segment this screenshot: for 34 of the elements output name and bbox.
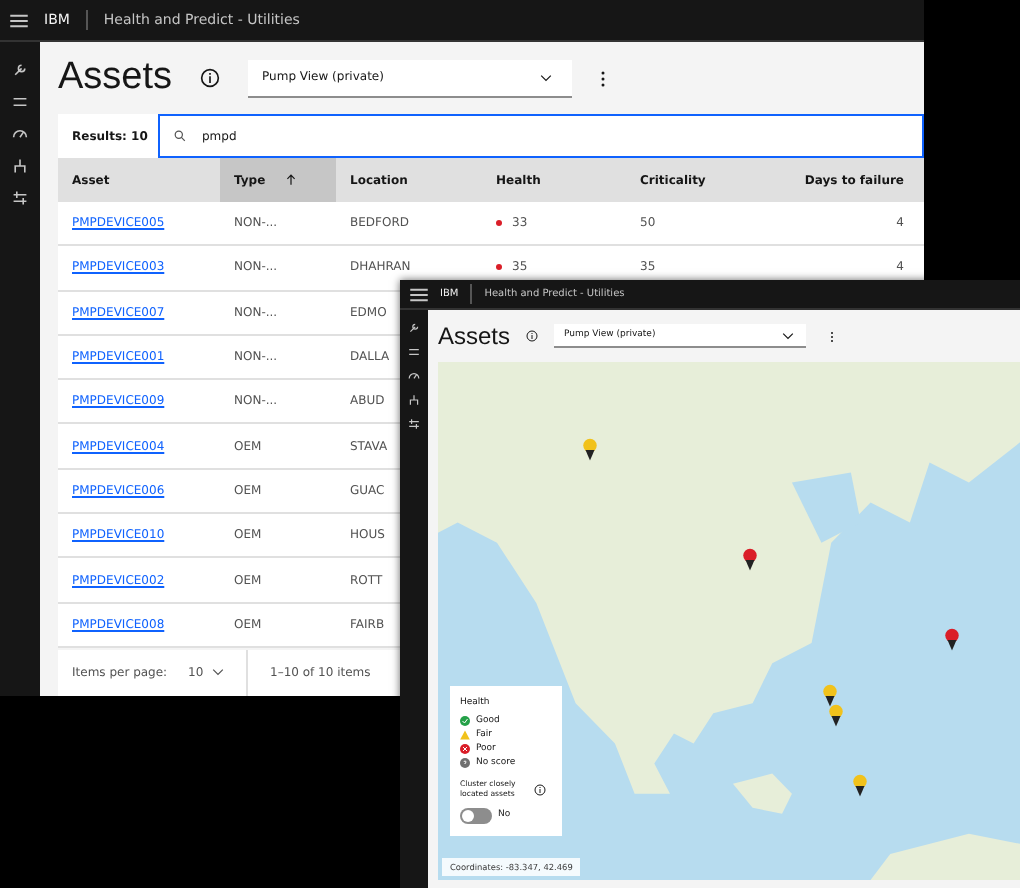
chevron-down-icon <box>211 668 224 677</box>
overflow-menu-icon[interactable] <box>600 69 607 87</box>
map-pin-icon[interactable] <box>742 548 758 572</box>
hierarchy-icon[interactable] <box>12 158 28 174</box>
sliders-icon[interactable] <box>12 190 28 206</box>
sliders-icon[interactable] <box>408 418 420 430</box>
info-icon[interactable] <box>534 783 546 796</box>
page-title: Assets <box>58 56 173 100</box>
wrench-icon[interactable] <box>408 322 420 334</box>
warning-icon <box>460 730 470 740</box>
hierarchy-icon[interactable] <box>408 394 420 406</box>
map-pin-icon[interactable] <box>822 684 838 708</box>
wrench-icon[interactable] <box>12 62 28 78</box>
search-icon <box>174 130 186 142</box>
error-icon <box>460 744 470 754</box>
chevron-down-icon <box>782 331 795 339</box>
unknown-icon <box>460 758 470 768</box>
chevron-down-icon <box>540 73 553 81</box>
info-icon[interactable] <box>200 68 221 88</box>
menu-icon[interactable] <box>410 287 428 301</box>
info-icon[interactable] <box>526 330 539 342</box>
list-icon[interactable] <box>12 94 28 110</box>
list-icon[interactable] <box>408 346 420 358</box>
gauge-icon[interactable] <box>12 126 28 142</box>
page-title: Assets <box>438 322 511 350</box>
map-pin-icon[interactable] <box>582 438 598 462</box>
gauge-icon[interactable] <box>408 370 420 382</box>
map-pin-icon[interactable] <box>852 774 868 798</box>
checkmark-icon <box>460 716 470 726</box>
sort-arrow-icon <box>285 174 296 186</box>
map-pin-icon[interactable] <box>944 628 960 652</box>
cluster-toggle[interactable] <box>460 807 492 824</box>
menu-icon[interactable] <box>10 13 28 27</box>
map-pin-icon[interactable] <box>828 704 844 728</box>
